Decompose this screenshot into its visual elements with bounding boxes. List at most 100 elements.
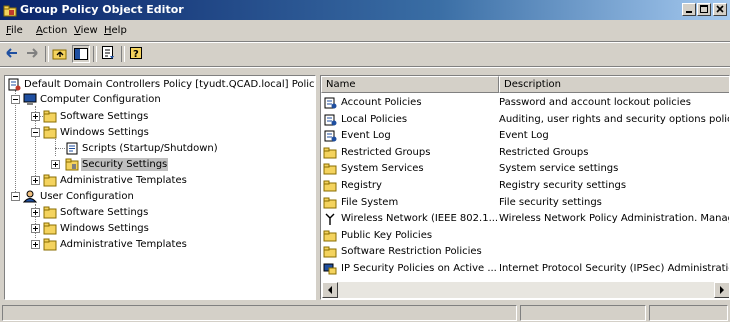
menu-help[interactable]: Help	[104, 25, 127, 36]
close-icon	[716, 5, 724, 13]
folder-icon	[323, 197, 337, 209]
tree-label-selected: Security Settings	[81, 158, 169, 171]
list-row-description: System service settings	[499, 163, 619, 175]
list-row-name: Local Policies	[341, 113, 408, 125]
show-hide-tree-button[interactable]	[72, 45, 90, 63]
scroll-left-button[interactable]	[322, 282, 338, 298]
list-row[interactable]: Restricted Groups Restricted Groups	[321, 145, 729, 161]
close-button[interactable]	[713, 3, 727, 16]
status-panel	[520, 305, 646, 321]
scroll-left-icon	[328, 286, 332, 294]
collapse-toggle[interactable]	[11, 95, 20, 104]
horizontal-scrollbar[interactable]	[322, 282, 729, 298]
toolbar-separator	[45, 46, 49, 62]
expand-toggle[interactable]	[31, 224, 40, 233]
folder-icon	[43, 238, 57, 251]
list-row[interactable]: System Services System service settings	[321, 161, 729, 177]
list-row-name: IP Security Policies on Active ...	[341, 263, 497, 274]
tree-connector	[15, 90, 16, 196]
policy-icon	[324, 130, 337, 142]
user-icon	[23, 190, 37, 203]
list-row-description: Event Log	[499, 130, 549, 142]
tree-label: User Configuration	[40, 191, 134, 202]
status-panel	[649, 305, 728, 321]
tree-label: Software Settings	[60, 207, 149, 218]
back-arrow-icon	[6, 48, 17, 58]
column-header-description[interactable]: Description	[499, 76, 729, 93]
details-pane[interactable]: Name Description Account Policies Passwor…	[320, 75, 730, 300]
status-bar	[0, 303, 730, 322]
expand-toggle[interactable]	[31, 112, 40, 121]
collapse-toggle[interactable]	[31, 128, 40, 137]
help-button[interactable]: ?	[128, 45, 146, 63]
folder-icon	[43, 206, 57, 219]
list-row-description: File security settings	[499, 196, 602, 208]
list-row[interactable]: Registry Registry security settings	[321, 178, 729, 194]
toolbar-separator	[121, 46, 125, 62]
list-row-description: Internet Protocol Security (IPSec) Admin…	[499, 263, 730, 274]
toolbar-divider	[0, 66, 730, 68]
forward-arrow-icon	[27, 48, 38, 58]
list-row[interactable]: Public Key Policies	[321, 228, 729, 244]
menu-action[interactable]: Action	[36, 25, 67, 36]
list-row[interactable]: File System File security settings	[321, 195, 729, 211]
tree-label: Software Settings	[60, 111, 149, 122]
forward-button[interactable]	[24, 45, 42, 63]
expand-toggle[interactable]	[31, 240, 40, 249]
toolbar: ?	[0, 43, 730, 65]
expand-toggle[interactable]	[51, 160, 60, 169]
status-panel	[2, 305, 517, 321]
column-header-name[interactable]: Name	[321, 76, 499, 93]
window-title: Group Policy Object Editor	[20, 3, 184, 16]
export-list-button[interactable]	[100, 45, 118, 63]
tree-label: Windows Settings	[60, 223, 149, 234]
list-row[interactable]: Account Policies Password and account loc…	[321, 95, 729, 111]
folder-icon	[43, 110, 57, 123]
list-row-name: Software Restriction Policies	[341, 246, 482, 258]
minimize-button[interactable]	[682, 3, 696, 16]
folder-icon	[43, 126, 57, 139]
tree-label: Administrative Templates	[60, 175, 187, 186]
list-row-description: Auditing, user rights and security optio…	[499, 113, 730, 125]
policy-icon	[324, 114, 337, 126]
list-row[interactable]: Software Restriction Policies	[321, 244, 729, 260]
list-row-name: Registry	[341, 180, 382, 191]
folder-icon	[43, 222, 57, 235]
gpo-editor-window: Group Policy Object Editor File Action V…	[0, 0, 730, 322]
back-button[interactable]	[4, 45, 22, 63]
list-row[interactable]: Local Policies Auditing, user rights and …	[321, 112, 730, 128]
title-bar[interactable]: Group Policy Object Editor	[0, 0, 730, 20]
tree-label: Scripts (Startup/Shutdown)	[82, 143, 218, 154]
expand-toggle[interactable]	[31, 208, 40, 217]
list-row-description: Wireless Network Policy Administration. …	[499, 213, 730, 225]
tree-connector	[55, 148, 65, 149]
up-one-level-button[interactable]	[52, 45, 70, 63]
menu-file[interactable]: File	[6, 25, 23, 36]
list-row-name: System Services	[341, 163, 424, 175]
tree-connector	[55, 136, 56, 156]
tree-pane[interactable]: Default Domain Controllers Policy [tyudt…	[4, 75, 316, 300]
expand-toggle[interactable]	[31, 176, 40, 185]
list-row[interactable]: Event Log Event Log	[321, 128, 729, 144]
list-row[interactable]: Wireless Network (IEEE 802.1... Wireless …	[321, 211, 730, 227]
list-row-name: Restricted Groups	[341, 146, 431, 158]
tree-label: Computer Configuration	[40, 94, 161, 105]
folder-icon	[323, 246, 337, 258]
list-row[interactable]: IP Security Policies on Active ... Intern…	[321, 261, 730, 277]
maximize-button[interactable]	[697, 3, 711, 16]
policy-scroll-icon	[8, 78, 21, 91]
scroll-right-button[interactable]	[714, 282, 729, 298]
collapse-toggle[interactable]	[11, 192, 20, 201]
ipsec-icon	[323, 263, 337, 275]
list-row-description: Password and account lockout policies	[499, 97, 691, 108]
folder-icon	[323, 147, 337, 159]
list-row-name: Account Policies	[341, 97, 422, 108]
folder-icon	[323, 180, 337, 192]
security-folder-icon	[65, 158, 79, 171]
folder-icon	[323, 230, 337, 242]
folder-icon	[43, 174, 57, 187]
list-row-description: Restricted Groups	[499, 146, 589, 158]
menu-view[interactable]: View	[74, 25, 98, 36]
maximize-icon	[700, 5, 708, 13]
script-icon	[66, 142, 78, 155]
